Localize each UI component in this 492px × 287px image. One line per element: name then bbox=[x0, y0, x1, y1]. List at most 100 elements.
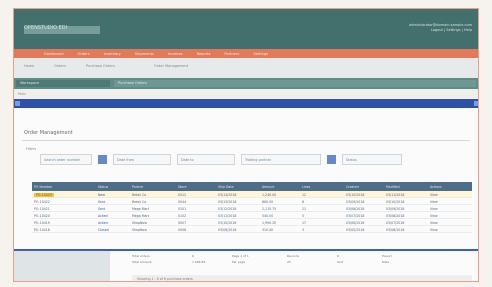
table-row[interactable]: PO-10420 Acked Mega Mart 0102 03/11/2018 540.… bbox=[32, 212, 472, 219]
table-cell[interactable]: PO-10418 bbox=[32, 226, 96, 232]
footer-cell: Per page bbox=[232, 260, 246, 264]
table-row[interactable]: PO-10421 Sent Mega Mart 0101 03/12/2018 2,115… bbox=[32, 205, 472, 212]
date-from-field[interactable]: Date from bbox=[113, 154, 171, 165]
footer-cell: 7,066.85 bbox=[192, 260, 206, 264]
top-header: OPENSTUDIO EDI administrator@domain-samp… bbox=[14, 9, 478, 49]
table-cell: Mega Mart bbox=[132, 207, 149, 211]
table-cell: Mega Mart bbox=[132, 214, 149, 218]
workspace-selector[interactable]: Workspace bbox=[16, 80, 110, 87]
pagination-text: Showing 1 - 6 of 6 purchase orders bbox=[137, 277, 193, 281]
row-action-link[interactable]: View bbox=[428, 198, 472, 204]
table-cell: 03/14/2018 bbox=[218, 193, 237, 197]
table-cell: 3 bbox=[302, 228, 305, 232]
nav-item-inventory[interactable]: Inventory bbox=[104, 52, 121, 56]
table-cell[interactable]: PO-10421 bbox=[32, 205, 96, 211]
orders-table: PO Number Status Partner Store Ship Date… bbox=[32, 182, 472, 233]
action-bar bbox=[14, 99, 478, 108]
column-header[interactable]: PO Number bbox=[32, 182, 96, 191]
table-cell: 03/12/2018 bbox=[218, 207, 237, 211]
table-cell: 0007 bbox=[178, 221, 187, 225]
row-action-link[interactable]: View bbox=[428, 212, 472, 218]
table-cell: Acked bbox=[98, 221, 108, 225]
table-cell: 03/08/2018 bbox=[386, 214, 405, 218]
calendar-icon[interactable] bbox=[327, 155, 336, 164]
selected-po-number[interactable]: PO-10423 bbox=[34, 193, 54, 197]
nav-item-partners[interactable]: Partners bbox=[224, 52, 239, 56]
collapse-left-icon[interactable] bbox=[15, 101, 20, 106]
table-cell: 0012 bbox=[178, 193, 187, 197]
breadcrumb: Home Orders Purchase Orders Order Manage… bbox=[14, 58, 478, 78]
breadcrumb-orders[interactable]: Orders bbox=[54, 64, 66, 68]
table-cell: Closed bbox=[98, 228, 109, 232]
sort-select[interactable]: Date bbox=[382, 259, 422, 265]
table-cell: 1,990.20 bbox=[262, 221, 277, 225]
table-cell: 03/10/2018 bbox=[346, 193, 365, 197]
footer-row: Total amount 7,066.85 Per page 25 Sort D… bbox=[132, 259, 432, 265]
table-cell: 03/11/2018 bbox=[386, 193, 405, 197]
table-cell: 1,240.00 bbox=[262, 193, 277, 197]
table-cell[interactable]: PO-10422 bbox=[32, 198, 96, 204]
column-header[interactable]: Store bbox=[176, 182, 216, 191]
table-row[interactable]: PO-10419 Acked ShopNow 0007 03/10/2018 1,990.… bbox=[32, 219, 472, 226]
table-body: PO-10423 New Retail Co 0012 03/14/2018 1,240.… bbox=[32, 191, 472, 233]
table-cell: 03/11/2018 bbox=[218, 214, 237, 218]
table-cell: Sent bbox=[98, 200, 106, 204]
breadcrumb-purchase-orders[interactable]: Purchase Orders bbox=[86, 64, 115, 68]
table-cell: ShopNow bbox=[132, 228, 147, 232]
table-cell: 03/10/2018 bbox=[386, 200, 405, 204]
table-cell: ShopNow bbox=[132, 221, 147, 225]
nav-item-dashboard[interactable]: Dashboard bbox=[44, 52, 64, 56]
breadcrumb-current: Order Management bbox=[154, 64, 189, 68]
table-cell: 03/09/2018 bbox=[386, 207, 405, 211]
table-row[interactable]: PO-10418 Closed ShopNow 0008 03/09/2018 310.4… bbox=[32, 226, 472, 233]
nav-item-shipments[interactable]: Shipments bbox=[135, 52, 154, 56]
column-header: Actions bbox=[430, 185, 442, 189]
table-cell[interactable]: PO-10423 bbox=[32, 191, 96, 197]
sub-toolbar: Main bbox=[14, 89, 478, 99]
module-selector[interactable]: Purchase Orders bbox=[114, 80, 476, 87]
table-cell[interactable]: PO-10420 bbox=[32, 212, 96, 218]
status-select[interactable]: Status bbox=[342, 154, 402, 165]
search-input[interactable]: Search order number bbox=[40, 154, 92, 165]
column-header[interactable]: Ship Date bbox=[216, 182, 260, 191]
table-cell: 03/10/2018 bbox=[218, 221, 237, 225]
row-action-link[interactable]: View bbox=[428, 226, 472, 232]
table-cell: 5 bbox=[302, 214, 305, 218]
table-cell: Retail Co bbox=[132, 200, 147, 204]
sub-toolbar-label: Main bbox=[18, 92, 27, 96]
row-action-link[interactable]: View bbox=[428, 191, 472, 197]
table-row[interactable]: PO-10423 New Retail Co 0012 03/14/2018 1,240.… bbox=[32, 191, 472, 198]
search-icon[interactable] bbox=[98, 155, 107, 164]
table-cell: 03/09/2018 bbox=[218, 228, 237, 232]
table-cell[interactable]: PO-10419 bbox=[32, 219, 96, 225]
table-cell: 860.50 bbox=[262, 200, 274, 204]
table-cell: Acked bbox=[98, 214, 108, 218]
row-action-link[interactable]: View bbox=[428, 205, 472, 211]
table-cell: 03/13/2018 bbox=[218, 200, 237, 204]
table-cell: 8 bbox=[302, 200, 305, 204]
date-to-field[interactable]: Date to bbox=[177, 154, 235, 165]
side-panel bbox=[14, 251, 110, 281]
table-cell: New bbox=[98, 193, 105, 197]
column-header[interactable]: Created bbox=[344, 182, 384, 191]
table-cell: 03/08/2018 bbox=[346, 207, 365, 211]
nav-item-invoices[interactable]: Invoices bbox=[168, 52, 183, 56]
nav-item-orders[interactable]: Orders bbox=[78, 52, 90, 56]
table-cell: 03/09/2018 bbox=[346, 200, 365, 204]
per-page-select[interactable]: 25 bbox=[287, 259, 337, 265]
table-cell: 0008 bbox=[178, 228, 187, 232]
collapse-right-icon[interactable] bbox=[474, 101, 478, 106]
table-row[interactable]: PO-10422 Sent Retail Co 0044 03/13/2018 860.5… bbox=[32, 198, 472, 205]
user-links[interactable]: Logout | Settings | Help bbox=[374, 28, 472, 33]
column-header[interactable]: Status bbox=[96, 182, 130, 191]
column-header[interactable]: Amount bbox=[260, 182, 300, 191]
column-header[interactable]: Partner bbox=[130, 182, 176, 191]
row-action-link[interactable]: View bbox=[428, 219, 472, 225]
partner-select[interactable]: Trading partner bbox=[241, 154, 321, 165]
breadcrumb-home[interactable]: Home bbox=[24, 64, 34, 68]
column-header[interactable]: Lines bbox=[300, 182, 344, 191]
nav-item-reports[interactable]: Reports bbox=[197, 52, 211, 56]
nav-item-settings[interactable]: Settings bbox=[253, 52, 268, 56]
column-header[interactable]: Modified bbox=[384, 182, 428, 191]
table-cell: 2,115.75 bbox=[262, 207, 277, 211]
